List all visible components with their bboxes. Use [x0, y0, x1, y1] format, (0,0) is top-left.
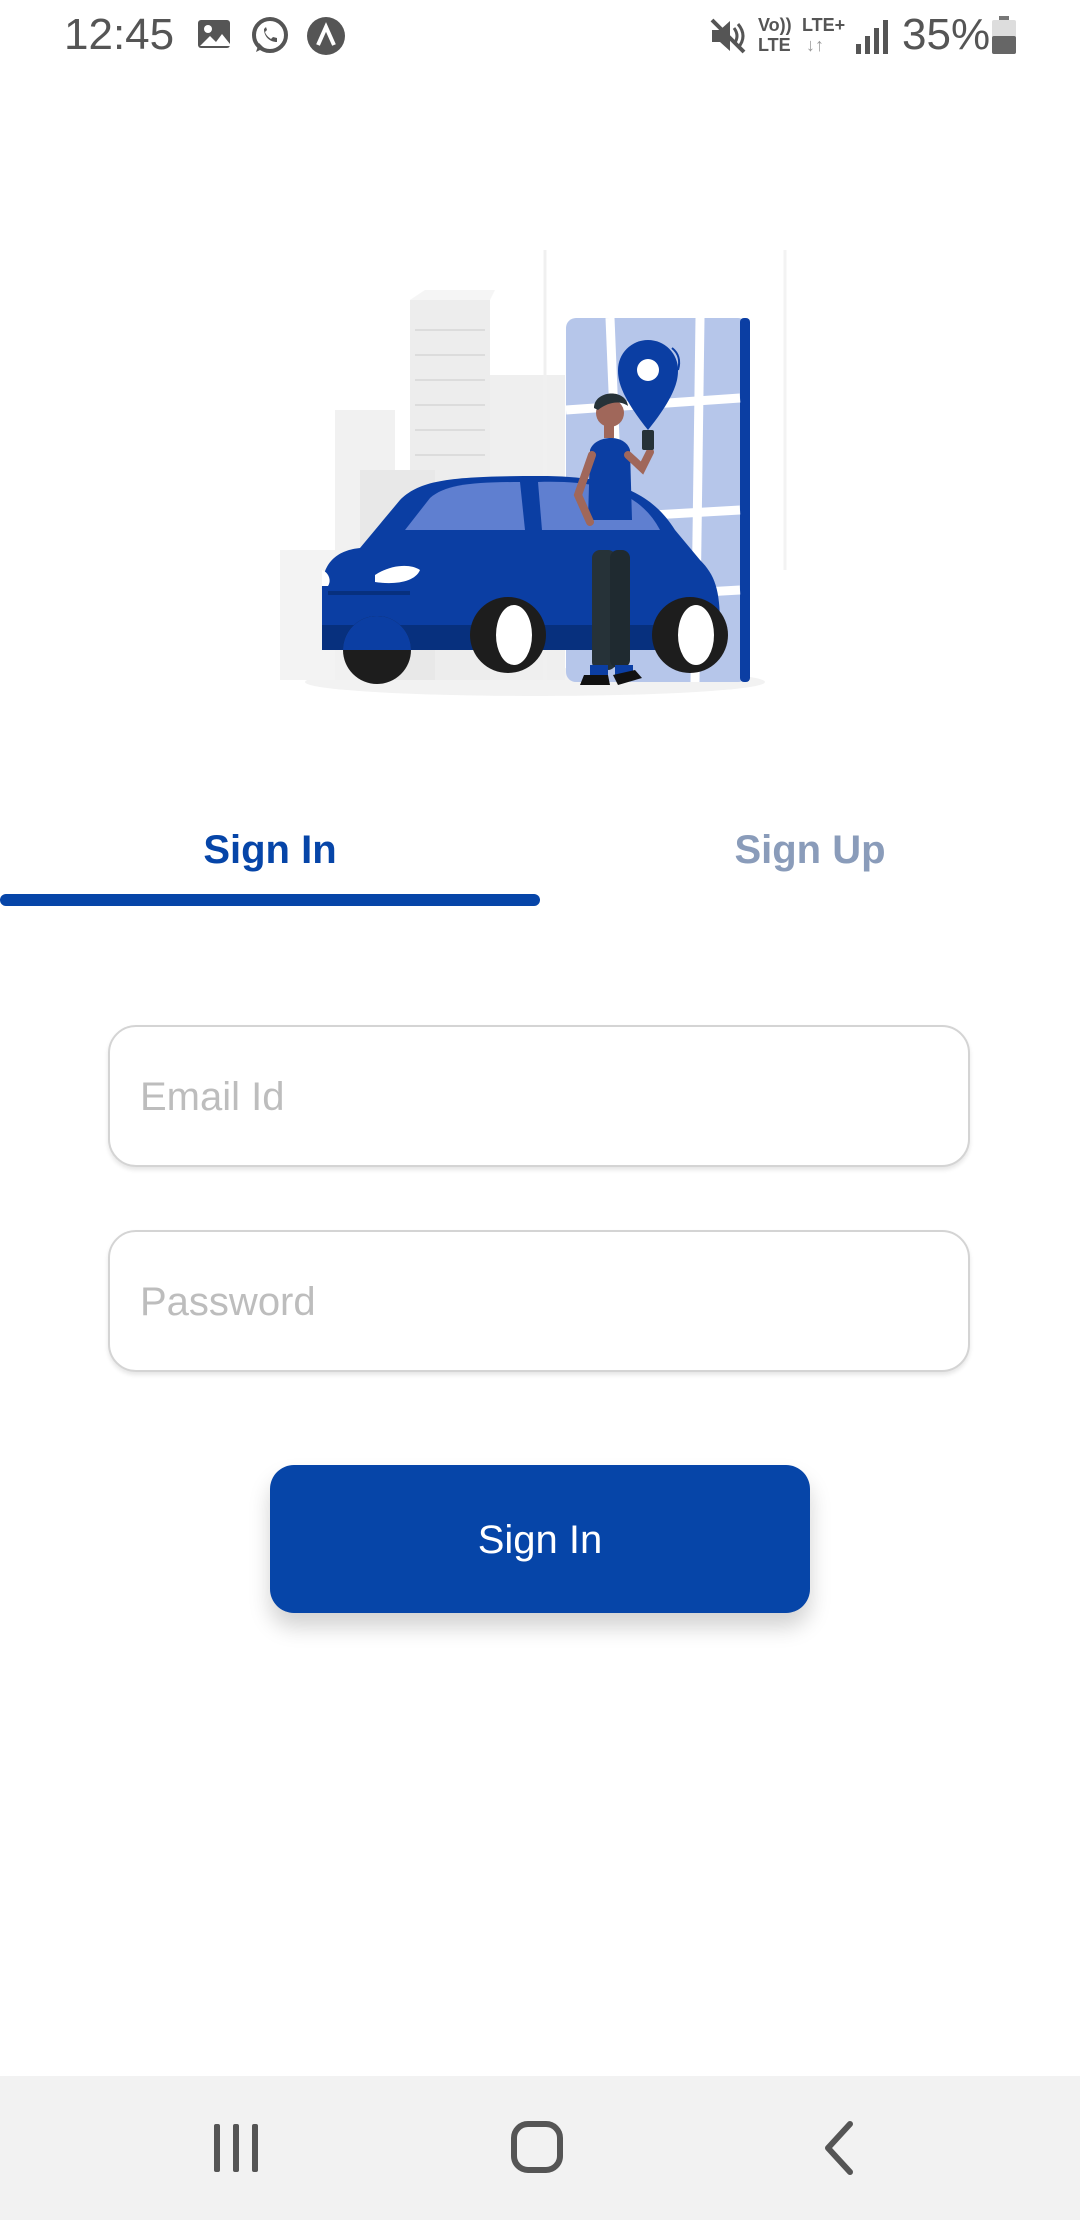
recents-icon[interactable] [196, 2116, 276, 2180]
auth-tabs: Sign In Sign Up [0, 790, 1080, 910]
app-icon [307, 17, 345, 55]
battery-icon [992, 16, 1016, 54]
password-field[interactable] [108, 1230, 970, 1372]
mute-icon [710, 18, 746, 54]
tab-sign-up[interactable]: Sign Up [540, 790, 1080, 910]
car-map-illustration [280, 250, 787, 696]
active-tab-indicator [0, 894, 540, 906]
home-icon[interactable] [498, 2116, 578, 2180]
email-field[interactable] [108, 1025, 970, 1167]
tab-sign-in[interactable]: Sign In [0, 790, 540, 910]
lte-plus-icon: LTE+ ↓↑ [802, 15, 846, 55]
password-input[interactable] [138, 1232, 942, 1372]
sign-in-button[interactable]: Sign In [270, 1465, 810, 1613]
whatsapp-icon [252, 17, 288, 53]
gallery-icon [198, 20, 230, 48]
signal-icon [856, 20, 888, 54]
back-icon[interactable] [800, 2116, 880, 2180]
status-time: 12:45 [64, 10, 175, 59]
volte-icon: Vo)) LTE [758, 15, 792, 55]
system-nav-bar [0, 2076, 1080, 2220]
status-bar: 12:45 Vo)) LTE LTE+ ↓↑ 35% [0, 0, 1080, 72]
battery-percent: 35% [902, 10, 991, 59]
email-input[interactable] [138, 1027, 942, 1167]
